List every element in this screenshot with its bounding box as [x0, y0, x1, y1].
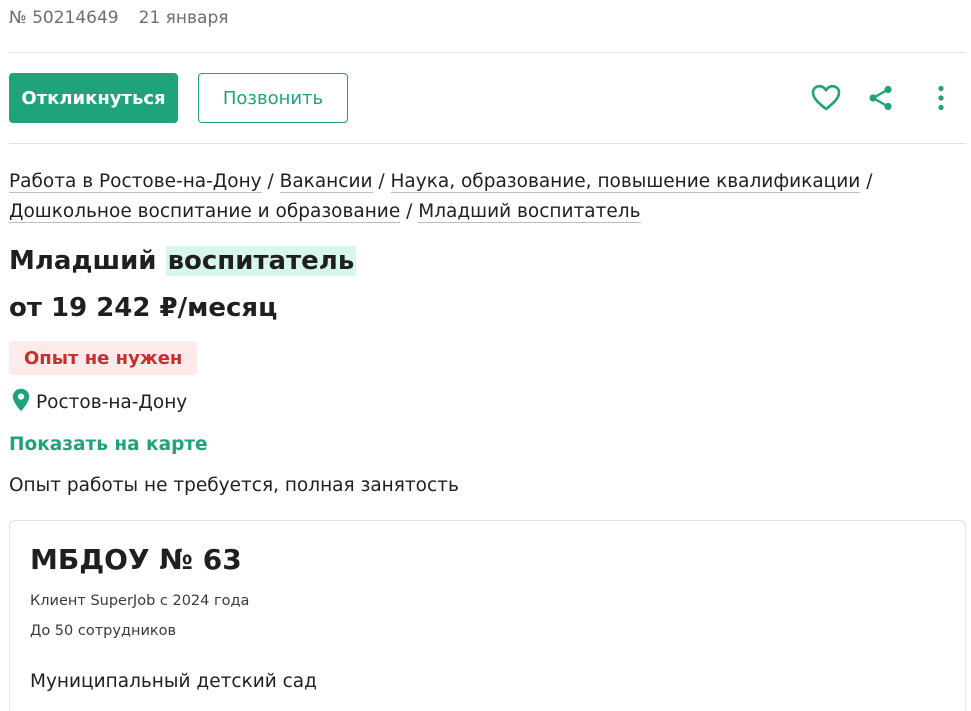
- divider-top: [9, 52, 966, 53]
- vacancy-meta: № 50214649 21 января: [9, 6, 228, 30]
- vacancy-date: 21 января: [138, 8, 229, 28]
- vacancy-conditions: Опыт работы не требуется, полная занятос…: [9, 475, 459, 496]
- breadcrumb-separator: /: [267, 171, 280, 192]
- vacancy-location: Ростов-на-Дону: [12, 388, 187, 417]
- breadcrumb: Работа в Ростове-на-Дону / Вакансии / На…: [9, 167, 949, 227]
- breadcrumb-item-city[interactable]: Работа в Ростове-на-Дону: [9, 171, 262, 193]
- company-description: Муниципальный детский сад: [30, 671, 317, 692]
- company-name[interactable]: МБДОУ № 63: [30, 541, 242, 579]
- breadcrumb-item-vacancies[interactable]: Вакансии: [279, 171, 373, 193]
- location-city: Ростов-на-Дону: [36, 392, 188, 413]
- vacancy-title: Младший воспитатель: [9, 242, 357, 280]
- breadcrumb-item-science[interactable]: Наука, образование, повышение квалификац…: [390, 171, 861, 193]
- respond-button[interactable]: Откликнуться: [9, 73, 178, 123]
- call-button[interactable]: Позвонить: [198, 73, 348, 123]
- breadcrumb-item-preschool[interactable]: Дошкольное воспитание и образование: [9, 201, 401, 223]
- breadcrumb-separator: /: [866, 171, 873, 192]
- location-pin-icon: [12, 388, 30, 417]
- company-size: До 50 сотрудников: [30, 623, 177, 639]
- heart-icon[interactable]: [811, 83, 841, 113]
- breadcrumb-separator: /: [406, 201, 419, 222]
- show-on-map-link[interactable]: Показать на карте: [9, 434, 208, 455]
- vacancy-title-highlight: воспитатель: [165, 246, 357, 276]
- company-client-since: Клиент SuperJob с 2024 года: [30, 593, 250, 609]
- vacancy-page: № 50214649 21 января Откликнуться Позвон…: [0, 0, 971, 711]
- more-vertical-icon[interactable]: [926, 83, 956, 113]
- share-icon[interactable]: [866, 83, 896, 113]
- vacancy-title-part1: Младший: [9, 246, 157, 276]
- breadcrumb-item-current[interactable]: Младший воспитатель: [418, 201, 641, 223]
- breadcrumb-separator: /: [378, 171, 391, 192]
- divider-actions: [9, 143, 966, 144]
- vacancy-number: № 50214649: [9, 8, 119, 28]
- company-card: МБДОУ № 63 Клиент SuperJob с 2024 года Д…: [9, 520, 966, 711]
- vacancy-salary: от 19 242 ₽/месяц: [9, 293, 278, 323]
- experience-badge: Опыт не нужен: [9, 341, 198, 375]
